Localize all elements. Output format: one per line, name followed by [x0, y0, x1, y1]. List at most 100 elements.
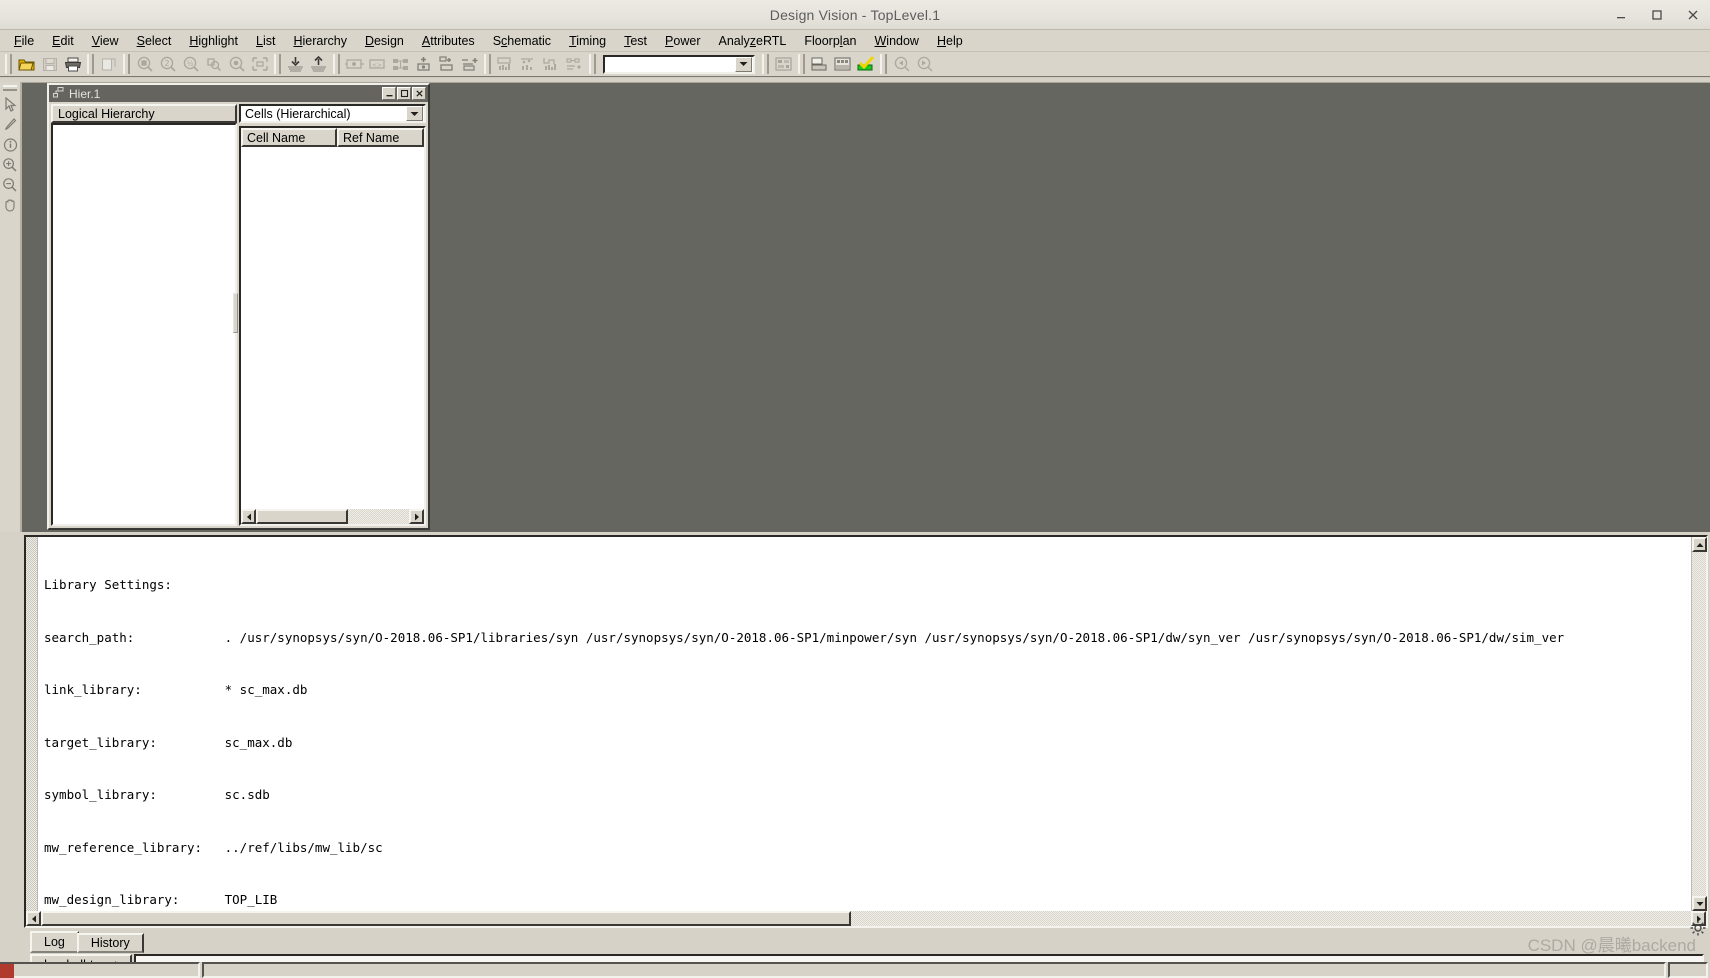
pointer-tool-icon[interactable]: [0, 95, 20, 115]
maximize-icon[interactable]: [1648, 6, 1666, 24]
pane-splitter-handle[interactable]: [233, 293, 238, 333]
menu-schematic[interactable]: Schematic: [484, 32, 560, 50]
window-controls: [1612, 6, 1710, 24]
toolbar-separator: [589, 54, 596, 74]
toolbar-separator: [274, 54, 281, 74]
zoom-selection-icon: [249, 54, 270, 75]
hscroll-track[interactable]: [348, 509, 409, 524]
console-log-text[interactable]: Library Settings: search_path: . /usr/sy…: [38, 537, 1691, 911]
menu-list[interactable]: List: [247, 32, 284, 50]
menu-attributes[interactable]: Attributes: [413, 32, 484, 50]
menubar: File Edit View Select Highlight List Hie…: [0, 30, 1710, 52]
hier-window[interactable]: Hier.1 Logical Hierarchy Cells (Hierarch…: [47, 83, 430, 530]
floorplan-icon[interactable]: [809, 54, 830, 75]
vscroll-track[interactable]: [1692, 552, 1706, 896]
placement-icon[interactable]: [832, 54, 853, 75]
svg-text:½: ½: [186, 60, 193, 68]
scroll-left-icon[interactable]: [26, 911, 41, 926]
maximize-icon[interactable]: [397, 87, 411, 100]
check-design-icon[interactable]: [855, 54, 876, 75]
menu-analyzertl[interactable]: AnalyzeRTL: [709, 32, 795, 50]
vertical-toolbar: [0, 82, 22, 532]
settings-gear-icon[interactable]: [1690, 920, 1706, 936]
logical-hierarchy-pane: Logical Hierarchy: [51, 104, 237, 526]
hscroll-thumb[interactable]: [41, 911, 851, 926]
toolbar-separator: [880, 54, 887, 74]
scroll-up-icon[interactable]: [1692, 537, 1707, 552]
hier-window-title: Hier.1: [69, 86, 101, 101]
zoom-fit-icon: [134, 54, 155, 75]
zoom-pan-icon: [203, 54, 224, 75]
menu-test[interactable]: Test: [615, 32, 656, 50]
design-selector-combo[interactable]: [603, 54, 755, 74]
path-report-icon: [564, 54, 585, 75]
toolbar-separator: [798, 54, 805, 74]
toolbar-separator: [484, 54, 491, 74]
push-down-hierarchy-icon[interactable]: [285, 54, 306, 75]
log-line: Library Settings:: [44, 577, 172, 592]
menu-view[interactable]: View: [83, 32, 128, 50]
zoom-area-icon: [226, 54, 247, 75]
zoom-out-tool-icon[interactable]: [0, 175, 20, 195]
log-line: search_path: . /usr/synopsys/syn/O-2018.…: [44, 629, 1565, 645]
chevron-down-icon[interactable]: [735, 56, 752, 72]
svg-text:2: 2: [164, 59, 169, 68]
log-line: symbol_library: sc.sdb: [44, 787, 270, 802]
logical-hierarchy-header[interactable]: Logical Hierarchy: [51, 104, 237, 123]
zoom-2x-icon: 2: [157, 54, 178, 75]
print-icon[interactable]: [62, 54, 83, 75]
toolbar-grip[interactable]: [3, 85, 17, 91]
bar-chart-icon: [541, 54, 562, 75]
hierarchy-icon: [53, 86, 64, 101]
menu-file[interactable]: File: [5, 32, 43, 50]
tab-log[interactable]: Log: [30, 931, 79, 953]
cells-view-selector[interactable]: Cells (Hierarchical): [239, 104, 426, 123]
menu-highlight[interactable]: Highlight: [180, 32, 247, 50]
mdi-canvas-area[interactable]: Hier.1 Logical Hierarchy Cells (Hierarch…: [22, 82, 1710, 532]
menu-power[interactable]: Power: [656, 32, 709, 50]
close-icon[interactable]: [1684, 6, 1702, 24]
menu-edit[interactable]: Edit: [43, 32, 83, 50]
menu-floorplan[interactable]: Floorplan: [795, 32, 865, 50]
menu-design[interactable]: Design: [356, 32, 413, 50]
svg-text:<>: <>: [372, 62, 382, 69]
pencil-tool-icon[interactable]: [0, 115, 20, 135]
hscroll-track[interactable]: [851, 911, 1691, 926]
column-header-ref-name[interactable]: Ref Name: [337, 128, 424, 147]
minimize-icon[interactable]: [382, 87, 396, 100]
log-line: mw_design_library: TOP_LIB: [44, 892, 278, 907]
statusbar-middle: [202, 962, 1666, 978]
menu-select[interactable]: Select: [128, 32, 181, 50]
menu-help[interactable]: Help: [928, 32, 972, 50]
create-port-icon: [344, 54, 365, 75]
log-line: target_library: sc_max.db: [44, 734, 293, 750]
minimize-icon[interactable]: [1612, 6, 1630, 24]
console-hscrollbar[interactable]: [26, 911, 1706, 926]
close-icon[interactable]: [412, 87, 426, 100]
scroll-right-icon[interactable]: [409, 509, 424, 524]
cells-table-body[interactable]: [241, 147, 424, 509]
menu-timing[interactable]: Timing: [560, 32, 615, 50]
column-header-cell-name[interactable]: Cell Name: [241, 128, 337, 147]
pop-up-hierarchy-icon[interactable]: [308, 54, 329, 75]
menu-window[interactable]: Window: [865, 32, 927, 50]
chevron-down-icon[interactable]: [406, 106, 423, 121]
hscroll-thumb[interactable]: [256, 509, 348, 524]
cells-table-hscrollbar[interactable]: [241, 509, 424, 524]
scroll-left-icon[interactable]: [241, 509, 256, 524]
info-tool-icon[interactable]: [0, 135, 20, 155]
logical-hierarchy-tree[interactable]: [51, 123, 237, 526]
hier-window-controls: [382, 87, 426, 100]
zoom-in-tool-icon[interactable]: [0, 155, 20, 175]
open-folder-icon[interactable]: [16, 54, 37, 75]
tab-history[interactable]: History: [76, 933, 144, 953]
pan-hand-tool-icon[interactable]: [0, 195, 20, 215]
console-frame: Library Settings: search_path: . /usr/sy…: [24, 535, 1708, 928]
scroll-down-icon[interactable]: [1692, 896, 1707, 911]
hier-window-body: Logical Hierarchy Cells (Hierarchical) C…: [49, 102, 428, 528]
hier-window-titlebar[interactable]: Hier.1: [49, 85, 428, 102]
menu-hierarchy[interactable]: Hierarchy: [284, 32, 356, 50]
console-vscrollbar[interactable]: [1691, 537, 1707, 911]
statusbar-right: [1668, 962, 1708, 978]
log-line: link_library: * sc_max.db: [44, 682, 308, 697]
